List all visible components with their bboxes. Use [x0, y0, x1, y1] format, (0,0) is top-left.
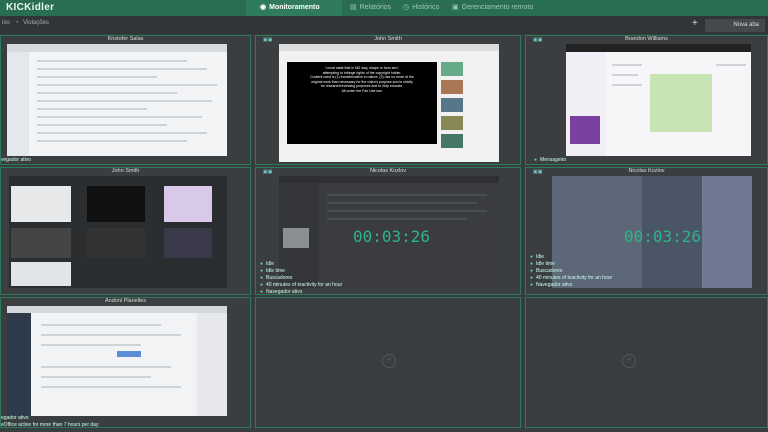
new-tab-button[interactable]: Nova aba [705, 19, 765, 32]
status-text: eOffice active for more than 7 hours per… [1, 422, 99, 428]
status-text: vegador ativo [1, 157, 32, 163]
video-player[interactable]: I must state that in NO way, shape or fo… [287, 62, 437, 144]
status-item: ● Navegador ativo [530, 282, 612, 289]
status-text: Idle [536, 254, 545, 260]
screen-thumbnail[interactable] [566, 44, 751, 156]
employee-tile[interactable]: Kristofer Salas vegador ativo [0, 35, 251, 165]
status-text: egador ativo [1, 415, 29, 421]
status-dot-icon: ● [530, 268, 534, 274]
status-dot-icon: ● [530, 275, 534, 281]
status-text: Buscadores [266, 275, 293, 281]
video-text-line: Content used is (1) transformative in na… [310, 75, 414, 79]
employee-tile[interactable]: ▣▣ Brandon Williams ● Mensageiro [525, 35, 768, 165]
status-dot-icon: ● [260, 268, 264, 274]
status-list: ● Idle ● Idle time ● Buscadores ● 40 minutes… [530, 254, 612, 289]
employee-name: Brandon Williams [625, 36, 668, 42]
status-item: ● Mensageiro [534, 157, 566, 164]
report-icon: ▤ [350, 4, 357, 11]
status-item: eOffice active for more than 7 hours per… [1, 422, 99, 428]
screen-thumbnail[interactable] [9, 176, 227, 288]
toolbar: ixo ◔ Violações [0, 16, 768, 34]
status-text: 40 minutes of inactivity for an hour [536, 275, 613, 281]
employee-tile[interactable]: John Smith [0, 167, 251, 295]
employee-tile[interactable]: Andoni Planelles egador ativo eOffice ac… [0, 297, 251, 428]
status-item: vegador ativo [1, 157, 31, 164]
violations-filter[interactable]: Violações [23, 20, 49, 26]
screen-thumbnail[interactable]: I must state that in NO way, shape or fo… [279, 44, 499, 162]
status-item: ● 40 minutes of inactivity for an hour [530, 275, 612, 282]
employee-name: John Smith [374, 36, 402, 42]
tab-relatorios[interactable]: ▤ Relatórios [350, 3, 392, 12]
tab-label: Relatórios [359, 3, 392, 11]
add-tab-icon[interactable]: + [692, 18, 698, 29]
status-item: ● 40 minutes of inactivity for an hour [260, 282, 342, 289]
status-text: Mensageiro [540, 157, 567, 163]
add-employee-icon[interactable]: + [622, 354, 636, 368]
tab-label: Monitoramento [269, 3, 320, 11]
status-dot-icon: ● [530, 254, 534, 260]
screen-thumbnail[interactable] [7, 44, 227, 156]
remote-icon: ▣ [452, 4, 459, 11]
status-text: Buscadores [536, 268, 563, 274]
employee-name: Andoni Planelles [105, 298, 146, 304]
status-dot-icon: ● [534, 157, 538, 163]
video-text-line: All under the Fair Use law. [341, 88, 383, 93]
status-text: 40 minutes of inactivity for an hour [266, 282, 343, 288]
tab-label: Histórico [412, 3, 440, 11]
employee-name: Nicolas Kozlov [369, 168, 407, 174]
top-navigation-bar: KICKidler ◉ Monitoramento ▤ Relatórios ◷… [0, 0, 768, 16]
violations-icon[interactable]: ◔ [15, 20, 19, 26]
employee-tile[interactable]: ▣▣ Nicolas Kozlov 00:03:26 ● Idle ● Idle t… [255, 167, 521, 295]
employee-name: John Smith [111, 168, 140, 174]
status-item: egador ativo [1, 415, 98, 422]
empty-tile-slot[interactable]: + [525, 297, 768, 428]
status-text: Navegador ativo [266, 289, 303, 295]
status-dot-icon: ● [530, 282, 534, 288]
filter-label[interactable]: ixo [2, 20, 10, 26]
history-icon: ◷ [403, 4, 410, 11]
status-item: ● Buscadores [260, 275, 342, 282]
status-item: ● Idle time [260, 268, 342, 275]
status-text: Idle [266, 261, 275, 267]
status-item: ● Idle [530, 254, 612, 261]
status-text: Navegador ativo [536, 282, 573, 288]
screen-thumbnail[interactable] [7, 306, 227, 416]
employee-tile[interactable]: ▣▣ John Smith I must state that in NO wa… [255, 35, 521, 165]
status-text: Idle time [536, 261, 555, 267]
status-item: ● Idle [260, 261, 342, 268]
employee-tile[interactable]: ▣▣ Nicolas Kozlov 00:03:26 ● Idle ● Idle t… [525, 167, 768, 295]
idle-timer: 00:03:26 [624, 227, 702, 246]
app-logo: KICKidler [6, 2, 55, 13]
employee-name: Nicolas Kozlov [628, 168, 665, 174]
status-dot-icon: ● [260, 289, 264, 295]
add-employee-icon[interactable]: + [382, 354, 396, 368]
status-list: ● Idle ● Idle time ● Buscadores ● 40 minutes… [260, 261, 342, 295]
status-dot-icon: ● [260, 282, 264, 288]
tab-gerenciamento-remoto[interactable]: ▣ Gerenciamento remoto [452, 3, 534, 12]
status-dot-icon: ● [530, 261, 534, 267]
status-item: ● Idle time [530, 261, 612, 268]
employee-name: Kristofer Salas [107, 36, 144, 42]
idle-timer: 00:03:26 [353, 227, 431, 246]
status-dot-icon: ● [260, 261, 264, 267]
status-list: egador ativo eOffice active for more tha… [1, 415, 99, 428]
status-item: ● Navegador ativo [260, 289, 342, 295]
tab-monitoramento[interactable]: ◉ Monitoramento [260, 3, 320, 12]
tab-label: Gerenciamento remoto [461, 3, 534, 11]
status-dot-icon: ● [260, 275, 264, 281]
tab-historico[interactable]: ◷ Histórico [403, 3, 440, 12]
empty-tile-slot[interactable]: + [255, 297, 521, 428]
eye-icon: ◉ [260, 4, 267, 11]
status-text: Idle time [266, 268, 285, 274]
status-item: ● Buscadores [530, 268, 612, 275]
